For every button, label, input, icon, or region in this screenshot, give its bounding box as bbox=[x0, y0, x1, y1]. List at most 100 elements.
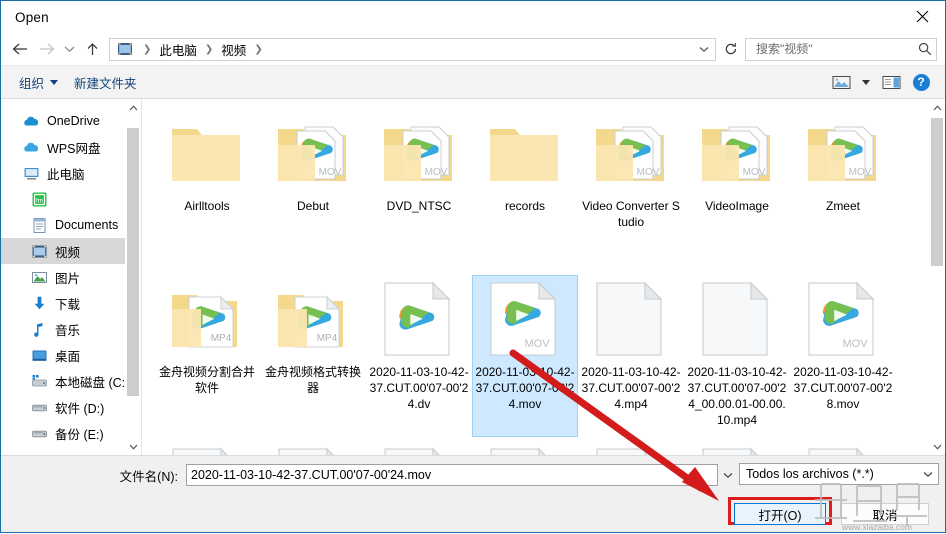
documents-icon bbox=[31, 217, 48, 234]
file-list-pane[interactable]: Airlltools MOV Debut MOV DVD_NTSC records MOV V… bbox=[142, 99, 945, 455]
file-item[interactable]: MOV 2020-11-03-10-42-37.CUT.00'07-00'24.m… bbox=[472, 275, 578, 437]
mov-file-icon: MOV bbox=[808, 281, 875, 356]
sidebar-item-app-3[interactable]: fm bbox=[1, 186, 141, 212]
file-item[interactable]: records bbox=[472, 109, 578, 271]
blank-file-icon bbox=[702, 281, 769, 356]
recent-locations-button[interactable] bbox=[59, 36, 79, 62]
drive-icon bbox=[32, 404, 47, 411]
view-options-button[interactable] bbox=[827, 70, 855, 94]
sidebar-scrollbar[interactable] bbox=[125, 99, 141, 455]
dialog-body: OneDrive WPS网盘 此电脑 fm Documents 视频图片下载 音乐 桌面 本地磁… bbox=[1, 99, 945, 455]
sidebar-item-视频[interactable]: 视频 bbox=[1, 238, 141, 264]
scroll-up-button[interactable] bbox=[125, 99, 141, 116]
forward-arrow-icon bbox=[39, 43, 54, 55]
folder-mov-icon: MOV bbox=[699, 115, 775, 191]
open-button[interactable]: 打开(O) bbox=[734, 503, 826, 525]
file-item[interactable]: 2020-11-03-10-42-37.CUT.00'07-00'24_00.0… bbox=[684, 275, 790, 437]
view-dropdown-button[interactable] bbox=[857, 70, 875, 94]
file-item-partial[interactable] bbox=[366, 441, 472, 455]
organize-button[interactable]: 组织 bbox=[11, 70, 66, 94]
music-icon bbox=[31, 321, 48, 338]
new-folder-button[interactable]: 新建文件夹 bbox=[66, 70, 145, 94]
sidebar-scroll-thumb[interactable] bbox=[127, 128, 139, 396]
blank-file-icon bbox=[384, 447, 440, 455]
breadcrumb-item-0[interactable]: 此电脑 bbox=[154, 39, 202, 60]
sidebar-item-WPS网盘[interactable]: WPS网盘 bbox=[1, 134, 141, 160]
filename-field[interactable] bbox=[186, 464, 718, 486]
sidebar-item-下载[interactable]: 下载 bbox=[1, 290, 141, 316]
sidebar-item-Documents[interactable]: Documents bbox=[1, 212, 141, 238]
file-item-partial[interactable] bbox=[684, 441, 790, 455]
sidebar-item-软件 (D:)[interactable]: 软件 (D:) bbox=[1, 394, 141, 420]
search-input[interactable] bbox=[754, 41, 918, 57]
sidebar-scroll-track[interactable] bbox=[125, 116, 141, 438]
desktop-icon bbox=[31, 347, 48, 364]
breadcrumb-root-icon-wrap[interactable] bbox=[112, 39, 140, 60]
file-label: 2020-11-03-10-42-37.CUT.00'07-00'24.mp4 bbox=[581, 365, 681, 411]
scroll-down-button[interactable] bbox=[125, 438, 141, 455]
videos-icon bbox=[32, 245, 47, 257]
file-type-filter[interactable]: Todos los archivos (*.*) bbox=[739, 463, 939, 485]
file-item[interactable]: MOV DVD_NTSC bbox=[366, 109, 472, 271]
sidebar-item-label: 软件 (D:) bbox=[55, 401, 105, 416]
filename-dropdown-button[interactable] bbox=[718, 465, 738, 485]
videos-icon bbox=[31, 243, 48, 260]
sidebar-item-本地磁盘 (C:)[interactable]: 本地磁盘 (C:) bbox=[1, 368, 141, 394]
file-scroll-track[interactable] bbox=[929, 116, 945, 438]
chevron-down-icon bbox=[699, 46, 709, 52]
address-dropdown-button[interactable] bbox=[695, 39, 713, 60]
file-item[interactable]: Airlltools bbox=[154, 109, 260, 271]
file-label: 2020-11-03-10-42-37.CUT.00'07-00'24.mov bbox=[475, 365, 575, 411]
view-layout-icon bbox=[832, 75, 850, 89]
sidebar-item-OneDrive[interactable]: OneDrive bbox=[1, 108, 141, 134]
scroll-down-button[interactable] bbox=[929, 438, 945, 455]
sidebar-item-label: 图片 bbox=[55, 271, 81, 286]
sidebar-item-音乐[interactable]: 音乐 bbox=[1, 316, 141, 342]
back-button[interactable] bbox=[7, 36, 33, 62]
command-toolbar: 组织 新建文件夹 ? bbox=[1, 65, 945, 99]
close-button[interactable] bbox=[899, 1, 945, 32]
sidebar-item-图片[interactable]: 图片 bbox=[1, 264, 141, 290]
chevron-down-icon bbox=[50, 79, 59, 85]
scroll-up-button[interactable] bbox=[929, 99, 945, 116]
file-item-partial[interactable] bbox=[472, 441, 578, 455]
file-item-partial[interactable] bbox=[790, 441, 896, 455]
pictures-icon bbox=[32, 271, 47, 283]
file-item-partial[interactable] bbox=[260, 441, 366, 455]
file-item[interactable]: MOV Zmeet bbox=[790, 109, 896, 271]
file-list-scrollbar[interactable] bbox=[929, 99, 945, 455]
close-icon bbox=[916, 10, 928, 23]
file-item[interactable]: 2020-11-03-10-42-37.CUT.00'07-00'24.dv bbox=[366, 275, 472, 437]
cancel-button[interactable]: 取消 bbox=[841, 503, 929, 525]
sidebar-item-桌面[interactable]: 桌面 bbox=[1, 342, 141, 368]
sidebar-item-label: 备份 (E:) bbox=[55, 427, 104, 442]
breadcrumb-item-1[interactable]: 视频 bbox=[216, 39, 251, 60]
file-item-partial[interactable] bbox=[578, 441, 684, 455]
file-item[interactable]: 2020-11-03-10-42-37.CUT.00'07-00'24.mp4 bbox=[578, 275, 684, 437]
file-item[interactable]: MOV 2020-11-03-10-42-37.CUT.00'07-00'28.m… bbox=[790, 275, 896, 437]
refresh-button[interactable] bbox=[720, 38, 742, 61]
forward-button[interactable] bbox=[33, 36, 59, 62]
file-item-partial[interactable] bbox=[154, 441, 260, 455]
folder-mov-icon: MOV bbox=[384, 126, 452, 181]
search-box[interactable] bbox=[745, 37, 937, 61]
file-type-dropdown-button[interactable] bbox=[918, 464, 938, 484]
navigation-bar: ❯ 此电脑 ❯ 视频 ❯ bbox=[1, 33, 945, 65]
file-item[interactable]: MOV Video Converter Studio bbox=[578, 109, 684, 271]
help-button[interactable]: ? bbox=[907, 70, 935, 94]
preview-pane-button[interactable] bbox=[877, 70, 905, 94]
address-bar[interactable]: ❯ 此电脑 ❯ 视频 ❯ bbox=[109, 37, 716, 61]
filename-input[interactable] bbox=[187, 468, 717, 482]
folder-icon bbox=[490, 129, 558, 181]
refresh-icon bbox=[725, 43, 737, 55]
up-button[interactable] bbox=[79, 36, 105, 62]
file-item[interactable]: MP4 金舟视频格式转换器 bbox=[260, 275, 366, 437]
file-item[interactable]: MP4 金舟视频分割合并软件 bbox=[154, 275, 260, 437]
search-icon bbox=[918, 42, 932, 56]
file-item[interactable]: MOV VideoImage bbox=[684, 109, 790, 271]
sidebar-item-此电脑[interactable]: 此电脑 bbox=[1, 160, 141, 186]
file-scroll-thumb[interactable] bbox=[931, 118, 943, 266]
blank-file-icon bbox=[805, 447, 881, 455]
file-item[interactable]: MOV Debut bbox=[260, 109, 366, 271]
sidebar-item-备份 (E:)[interactable]: 备份 (E:) bbox=[1, 420, 141, 446]
